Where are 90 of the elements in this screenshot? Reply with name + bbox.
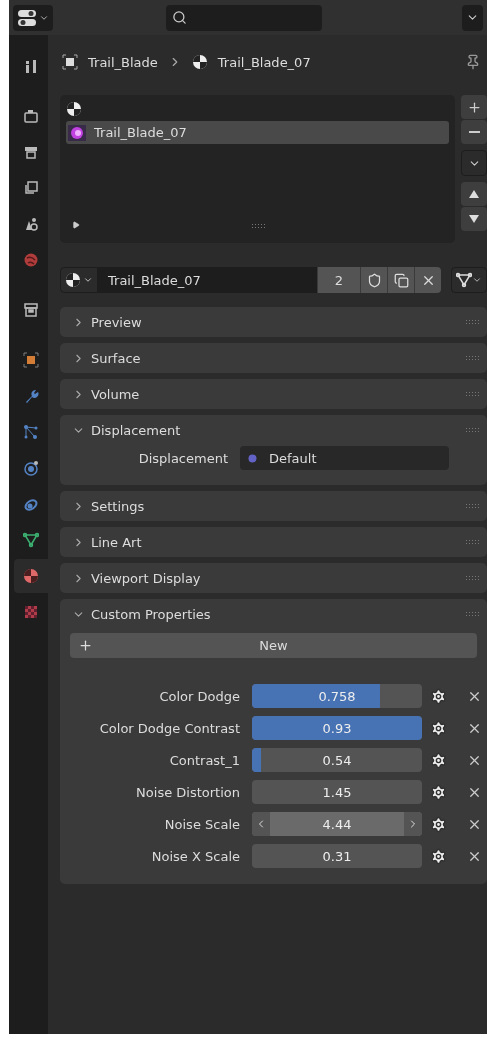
panel-title: Custom Properties xyxy=(91,606,211,622)
number-slider[interactable]: 0.54 xyxy=(252,748,422,772)
property-label: Color Dodge xyxy=(158,688,241,704)
panel-header[interactable]: Viewport Display xyxy=(60,563,487,593)
move-up-button[interactable] xyxy=(461,182,487,206)
panel-header[interactable]: Surface xyxy=(60,343,487,373)
plus-icon xyxy=(78,638,93,653)
panel-title: Preview xyxy=(91,314,142,330)
remove-slot-button[interactable] xyxy=(461,120,487,144)
triangle-vertices-icon xyxy=(456,272,472,288)
panel-title: Volume xyxy=(91,386,140,402)
number-slider[interactable]: 1.45 xyxy=(252,780,422,804)
panel-header[interactable]: Preview xyxy=(60,307,487,337)
down-triangle-icon xyxy=(469,215,479,223)
chevron-down-icon xyxy=(472,275,482,285)
gear-icon[interactable] xyxy=(430,687,447,705)
toggles-icon xyxy=(17,8,39,27)
material-icon xyxy=(65,272,81,288)
property-label: Contrast_1 xyxy=(168,752,241,768)
panel-title: Viewport Display xyxy=(91,570,201,586)
move-down-button[interactable] xyxy=(461,207,487,231)
new-property-button[interactable]: New xyxy=(70,633,477,658)
field-label: Displacement xyxy=(137,450,229,466)
gear-icon[interactable] xyxy=(430,847,447,865)
number-slider[interactable]: 0.93 xyxy=(252,716,422,740)
number-slider[interactable]: 0.31 xyxy=(252,844,422,868)
sphere-icon xyxy=(23,568,39,584)
sidebar-tab[interactable] xyxy=(14,559,48,593)
square-icon xyxy=(23,352,39,368)
material-preview-icon xyxy=(68,124,86,141)
orbit-icon xyxy=(23,460,39,476)
fake-user-button[interactable] xyxy=(360,267,387,293)
socket-field[interactable]: Default xyxy=(240,446,449,470)
editor-type-button[interactable] xyxy=(13,4,53,31)
chevron-down-icon xyxy=(83,275,93,285)
gear-icon[interactable] xyxy=(430,751,447,769)
checker-icon xyxy=(23,604,39,620)
number-slider[interactable]: 0.758 xyxy=(252,684,422,708)
material-name-field[interactable]: Trail_Blade_07 xyxy=(98,267,317,293)
property-label: Noise Distortion xyxy=(135,784,241,800)
panel-title: Line Art xyxy=(91,534,142,550)
play-icon[interactable] xyxy=(72,221,80,229)
user-count[interactable]: 2 xyxy=(317,267,360,293)
link-icon xyxy=(23,496,39,512)
number-slider[interactable]: 4.44 xyxy=(252,812,422,836)
panel-header[interactable]: Line Art xyxy=(60,527,487,557)
nodes-icon xyxy=(23,424,39,440)
socket-dot-icon xyxy=(248,453,257,463)
shield-icon xyxy=(366,272,382,288)
tools-icon xyxy=(23,58,39,74)
breadcrumb-item[interactable]: Trail_Blade xyxy=(88,54,158,70)
material-icon xyxy=(191,54,208,70)
panel-header[interactable]: Settings xyxy=(60,491,487,521)
box-icon xyxy=(23,302,39,318)
material-slot[interactable]: Trail_Blade_07 xyxy=(66,121,449,144)
plus-icon xyxy=(466,99,482,115)
image-stack-icon xyxy=(23,180,39,196)
object-icon xyxy=(62,54,78,70)
printer-icon xyxy=(23,144,39,160)
panel-title: Settings xyxy=(91,498,145,514)
duplicate-button[interactable] xyxy=(387,267,414,293)
property-label: Color Dodge Contrast xyxy=(98,720,241,736)
breadcrumb-item[interactable]: Trail_Blade_07 xyxy=(217,54,311,70)
triangle-vertices-icon xyxy=(23,532,39,548)
unlink-button[interactable] xyxy=(414,267,441,293)
copy-icon xyxy=(393,272,409,288)
search-icon xyxy=(172,10,187,25)
property-label: Noise Scale xyxy=(163,816,241,832)
minus-icon xyxy=(468,131,480,133)
search-field[interactable] xyxy=(166,4,322,31)
options-dropdown[interactable] xyxy=(462,4,483,31)
panel-title: Displacement xyxy=(91,422,181,438)
gear-icon[interactable] xyxy=(430,815,447,833)
up-triangle-icon xyxy=(469,190,479,198)
gear-icon[interactable] xyxy=(430,783,447,801)
pin-icon[interactable] xyxy=(465,54,481,70)
material-browse-button[interactable] xyxy=(60,267,98,293)
material-icon xyxy=(66,101,82,117)
panel-header[interactable]: Displacement xyxy=(60,415,487,445)
camera-icon xyxy=(23,108,39,124)
property-label: Noise X Scale xyxy=(150,848,241,864)
panel-header[interactable]: Volume xyxy=(60,379,487,409)
panel-title: Surface xyxy=(91,350,141,366)
shapes-icon xyxy=(23,216,39,232)
add-slot-button[interactable] xyxy=(461,95,487,119)
gear-icon[interactable] xyxy=(430,719,447,737)
slot-menu-button[interactable] xyxy=(461,150,487,176)
panel-header[interactable]: Custom Properties xyxy=(60,599,487,629)
link-type-dropdown[interactable] xyxy=(451,267,487,293)
globe-icon xyxy=(23,252,39,268)
